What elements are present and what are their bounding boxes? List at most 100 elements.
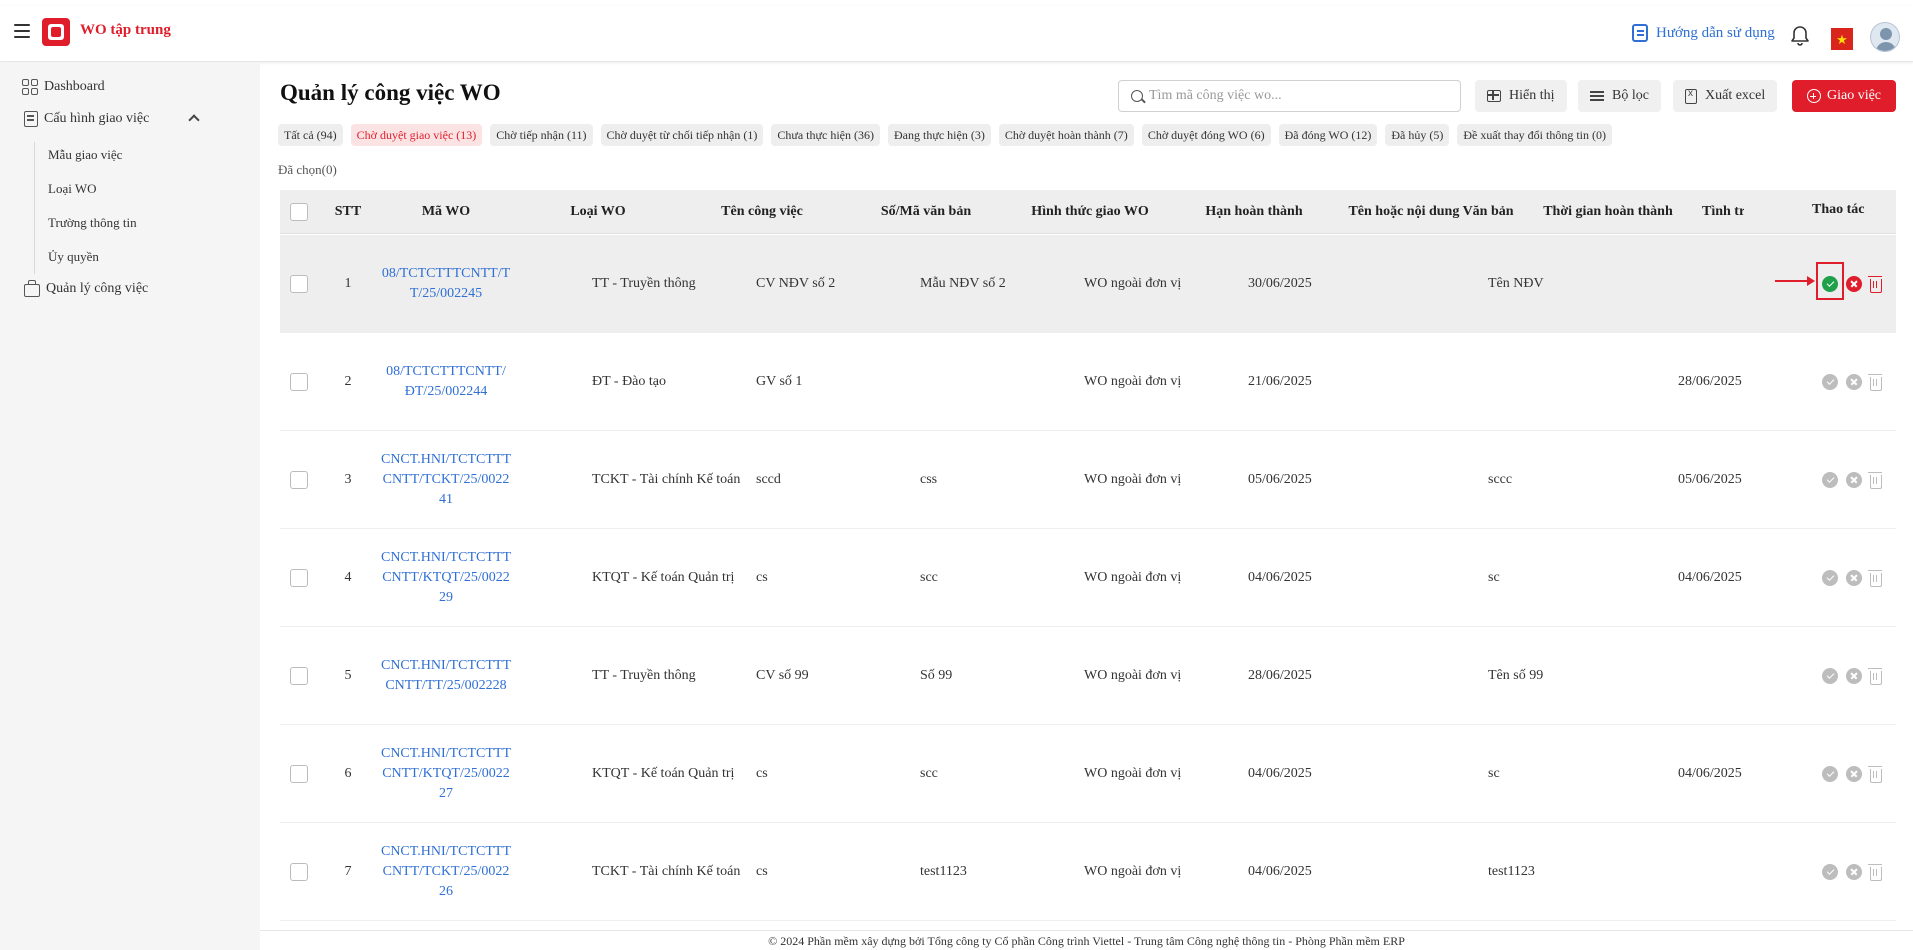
delete-icon[interactable] bbox=[1868, 667, 1882, 685]
wo-code-link[interactable]: 08/TCTCTTTCNTT/TT/25/002245 bbox=[380, 264, 512, 304]
status-chip[interactable]: Đề xuất thay đổi thông tin (0) bbox=[1457, 124, 1612, 146]
cell-han-hoan-thanh: 30/06/2025 bbox=[1248, 276, 1312, 291]
status-chip[interactable]: Đã hủy (5) bbox=[1385, 124, 1450, 146]
cell-han-hoan-thanh: 04/06/2025 bbox=[1248, 766, 1312, 781]
row-checkbox[interactable] bbox=[290, 667, 308, 685]
row-actions bbox=[1822, 431, 1882, 529]
reject-icon[interactable] bbox=[1846, 864, 1862, 880]
cell-stt: 2 bbox=[344, 374, 352, 389]
delete-icon[interactable] bbox=[1868, 373, 1882, 391]
guide-link[interactable]: Hướng dẫn sử dụng bbox=[1632, 24, 1775, 42]
col-han-hoan-thanh: Hạn hoàn thành bbox=[1205, 204, 1303, 219]
approve-icon[interactable] bbox=[1822, 864, 1838, 880]
status-chip[interactable]: Tất cả (94) bbox=[278, 124, 343, 146]
reject-icon[interactable] bbox=[1846, 668, 1862, 684]
col-hinh-thuc: Hình thức giao WO bbox=[1031, 204, 1149, 219]
status-chip[interactable]: Đang thực hiện (3) bbox=[888, 124, 991, 146]
avatar[interactable] bbox=[1870, 22, 1900, 52]
status-chip[interactable]: Chờ tiếp nhận (11) bbox=[490, 124, 593, 146]
delete-icon[interactable] bbox=[1868, 765, 1882, 783]
sidebar-divider bbox=[34, 142, 35, 274]
cell-noi-dung: test1123 bbox=[1488, 864, 1535, 879]
delete-icon[interactable] bbox=[1868, 275, 1882, 293]
row-checkbox[interactable] bbox=[290, 569, 308, 587]
assign-label: Giao việc bbox=[1826, 88, 1882, 103]
excel-icon bbox=[1685, 88, 1697, 104]
cell-stt: 7 bbox=[344, 864, 352, 879]
sidebar-item-wo-type[interactable]: Loại WO bbox=[48, 181, 97, 197]
row-checkbox[interactable] bbox=[290, 765, 308, 783]
approve-icon[interactable] bbox=[1822, 472, 1838, 488]
cell-so-van-ban: test1123 bbox=[920, 864, 967, 879]
approve-icon[interactable] bbox=[1822, 766, 1838, 782]
col-tinh-trang: Tình tr bbox=[1702, 204, 1744, 219]
approve-icon[interactable] bbox=[1822, 668, 1838, 684]
guide-icon bbox=[1632, 24, 1648, 42]
approve-icon[interactable] bbox=[1822, 374, 1838, 390]
filter-button[interactable]: Bộ lọc bbox=[1578, 80, 1661, 112]
row-actions bbox=[1822, 823, 1882, 921]
wo-code-link[interactable]: CNCT.HNI/TCTCTTTCNTT/TCKT/25/002241 bbox=[380, 450, 512, 510]
logo-icon bbox=[42, 18, 70, 46]
select-all-checkbox[interactable] bbox=[290, 203, 308, 221]
bell-icon[interactable] bbox=[1788, 24, 1812, 48]
assign-work-button[interactable]: Giao việc bbox=[1792, 80, 1896, 112]
cell-ma-wo: 08/TCTCTTTCNTT/TT/25/002245 bbox=[380, 235, 512, 333]
search-input[interactable] bbox=[1149, 88, 1439, 104]
wo-code-link[interactable]: CNCT.HNI/TCTCTTTCNTT/TCKT/25/002226 bbox=[380, 842, 512, 902]
reject-icon[interactable] bbox=[1846, 276, 1862, 292]
wo-code-link[interactable]: CNCT.HNI/TCTCTTTCNTT/KTQT/25/002229 bbox=[380, 548, 512, 608]
sidebar-item-template[interactable]: Mẫu giao việc bbox=[48, 147, 122, 163]
wo-code-link[interactable]: 08/TCTCTTTCNTT/ ĐT/25/002244 bbox=[380, 362, 512, 402]
status-chip[interactable]: Chưa thực hiện (36) bbox=[771, 124, 880, 146]
wo-code-link[interactable]: CNCT.HNI/TCTCTTTCNTT/KTQT/25/002227 bbox=[380, 744, 512, 804]
top-bar: WO tập trung Hướng dẫn sử dụng ★ bbox=[0, 6, 1913, 62]
reject-icon[interactable] bbox=[1846, 766, 1862, 782]
reject-icon[interactable] bbox=[1846, 374, 1862, 390]
delete-icon[interactable] bbox=[1868, 471, 1882, 489]
table-row: 6 CNCT.HNI/TCTCTTTCNTT/KTQT/25/002227 KTQT… bbox=[280, 725, 1896, 823]
cell-loai-wo: TCKT - Tài chính Kế toán bbox=[592, 864, 741, 879]
cell-noi-dung: sc bbox=[1488, 766, 1500, 781]
sidebar-item-manage[interactable]: Quản lý công việc bbox=[24, 280, 148, 297]
wo-code-link[interactable]: CNCT.HNI/TCTCTTTCNTT/TT/25/002228 bbox=[380, 656, 512, 696]
search-box bbox=[1118, 80, 1461, 112]
status-chip[interactable]: Chờ duyệt từ chối tiếp nhận (1) bbox=[600, 124, 764, 146]
menu-icon[interactable] bbox=[14, 24, 30, 38]
dashboard-icon bbox=[22, 79, 38, 95]
vn-flag-icon[interactable]: ★ bbox=[1831, 28, 1853, 50]
cell-thoi-gian: 04/06/2025 bbox=[1678, 766, 1742, 781]
row-checkbox[interactable] bbox=[290, 275, 308, 293]
row-actions bbox=[1822, 627, 1882, 725]
cell-ten-cong-viec: GV số 1 bbox=[756, 374, 803, 389]
reject-icon[interactable] bbox=[1846, 570, 1862, 586]
cell-noi-dung: Tên số 99 bbox=[1488, 668, 1544, 683]
sidebar-item-delegation[interactable]: Ủy quyền bbox=[48, 249, 99, 265]
export-label: Xuất excel bbox=[1705, 88, 1766, 103]
delete-icon[interactable] bbox=[1868, 863, 1882, 881]
delete-icon[interactable] bbox=[1868, 569, 1882, 587]
cell-loai-wo: ĐT - Đào tạo bbox=[592, 374, 666, 389]
table-row: 2 08/TCTCTTTCNTT/ ĐT/25/002244 ĐT - Đào tạ… bbox=[280, 333, 1896, 431]
cell-noi-dung: sc bbox=[1488, 570, 1500, 585]
display-button[interactable]: Hiển thị bbox=[1475, 80, 1567, 112]
export-excel-button[interactable]: Xuất excel bbox=[1673, 80, 1778, 112]
cell-stt: 1 bbox=[344, 276, 352, 291]
row-checkbox[interactable] bbox=[290, 863, 308, 881]
sidebar-item-fields[interactable]: Trường thông tin bbox=[48, 215, 137, 231]
status-chip[interactable]: Chờ duyệt đóng WO (6) bbox=[1141, 124, 1271, 146]
status-chip[interactable]: Đã đóng WO (12) bbox=[1278, 124, 1378, 146]
sidebar-item-dashboard[interactable]: Dashboard bbox=[22, 79, 105, 95]
cell-ten-cong-viec: cs bbox=[756, 766, 768, 781]
status-chip[interactable]: Chờ duyệt giao việc (13) bbox=[350, 124, 483, 146]
reject-icon[interactable] bbox=[1846, 472, 1862, 488]
cell-ma-wo: CNCT.HNI/TCTCTTTCNTT/KTQT/25/002227 bbox=[380, 725, 512, 823]
config-icon bbox=[24, 111, 38, 127]
approve-icon[interactable] bbox=[1822, 570, 1838, 586]
status-chip[interactable]: Chờ duyệt hoàn thành (7) bbox=[998, 124, 1134, 146]
sidebar-item-config[interactable]: Cấu hình giao việc bbox=[24, 111, 149, 127]
row-checkbox[interactable] bbox=[290, 373, 308, 391]
col-noi-dung-van-ban: Tên hoặc nội dung Văn bản bbox=[1348, 204, 1514, 219]
row-checkbox[interactable] bbox=[290, 471, 308, 489]
footer: © 2024 Phần mềm xây dựng bởi Tổng công t… bbox=[260, 930, 1913, 950]
